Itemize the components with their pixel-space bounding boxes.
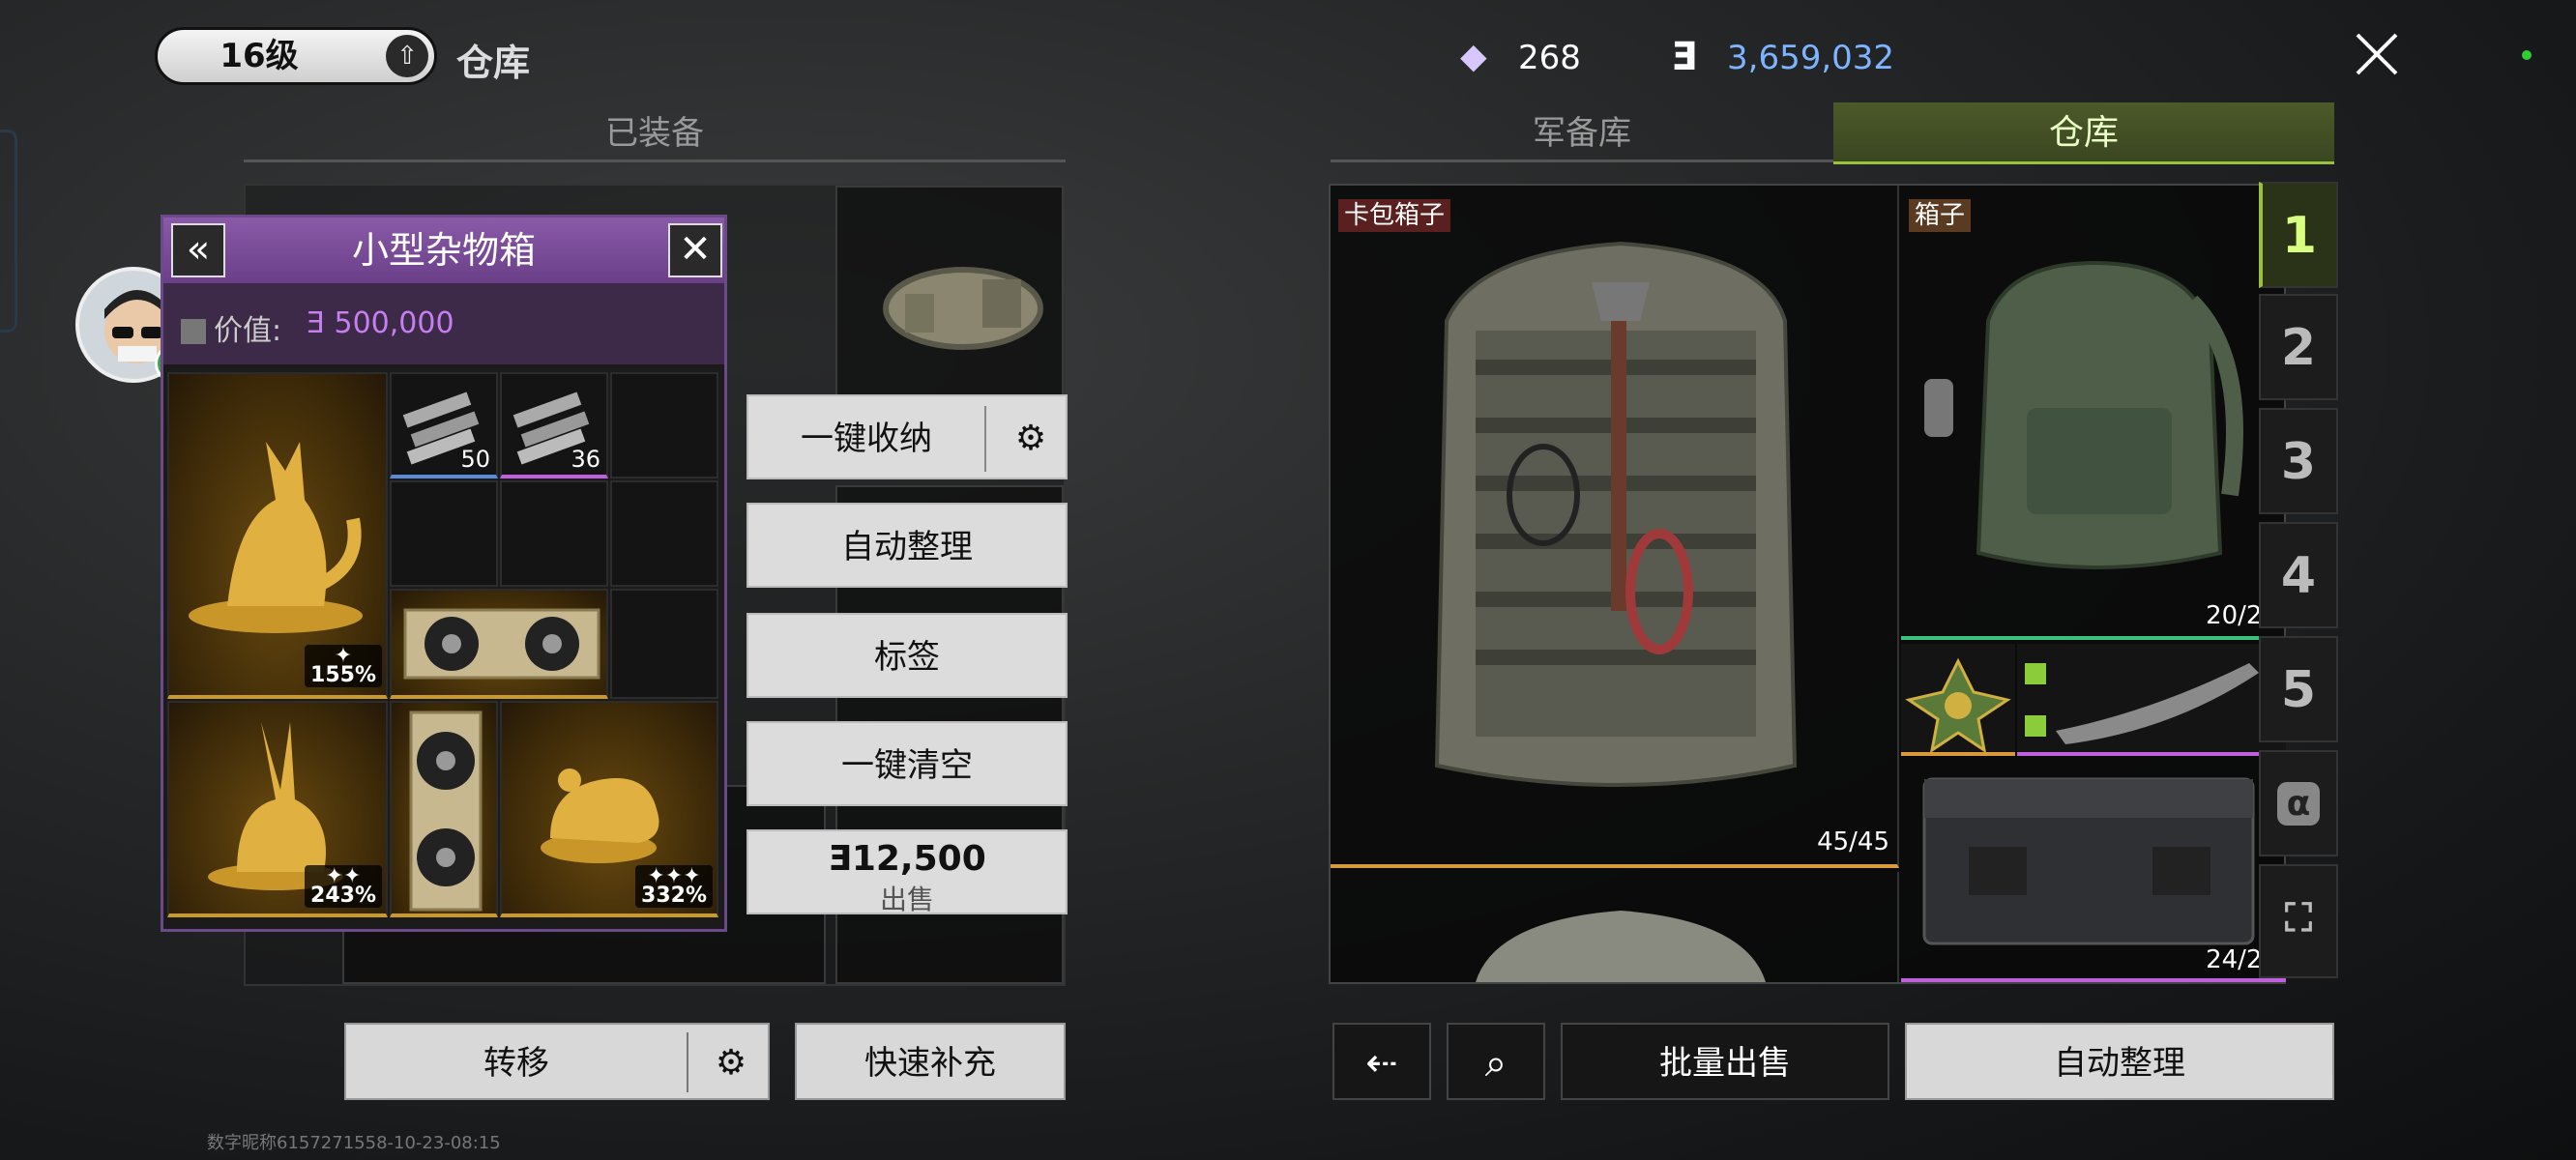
close-icon[interactable] bbox=[2352, 29, 2402, 79]
popup-close-icon[interactable]: ✕ bbox=[668, 223, 722, 277]
value-label-text: 价值: bbox=[214, 314, 282, 348]
popup-item-grid: ✦ 155% 50 36 ✦✦ 243% ✦✦✦ 332% bbox=[167, 372, 720, 923]
divider bbox=[984, 406, 986, 472]
coin-count: 3,659,032 bbox=[1727, 39, 1895, 77]
empty-slot[interactable] bbox=[610, 372, 718, 478]
percent-text: 243% bbox=[310, 884, 376, 908]
page-title: 仓库 bbox=[456, 42, 531, 84]
item-graphics-card-vertical[interactable] bbox=[390, 701, 498, 917]
transfer-label: 转移 bbox=[483, 1044, 549, 1083]
tactical-backpack-icon bbox=[1434, 241, 1798, 787]
warehouse-page-1[interactable]: 1 bbox=[2259, 182, 2338, 288]
percent-text: 155% bbox=[310, 663, 376, 687]
graphics-card-icon bbox=[403, 608, 600, 680]
item-backpack-green[interactable]: 箱子 20/20 bbox=[1901, 186, 2286, 640]
tab-warehouse[interactable]: 仓库 bbox=[1833, 102, 2334, 164]
empty-slot[interactable] bbox=[610, 480, 718, 587]
warehouse-page-4[interactable]: 4 bbox=[2259, 522, 2338, 628]
green-backpack-icon bbox=[1924, 260, 2243, 569]
left-edge-handle[interactable] bbox=[0, 130, 17, 333]
transfer-button[interactable]: 转移 ⚙ bbox=[344, 1023, 770, 1100]
container-popup: 小型杂物箱 « ✕ 价值: Ǝ 500,000 ✦ 155% 50 36 ✦✦ … bbox=[161, 215, 727, 932]
quick-refill-button[interactable]: 快速补充 bbox=[795, 1023, 1066, 1100]
item-knife[interactable] bbox=[2017, 644, 2286, 756]
value-amount: Ǝ 500,000 bbox=[307, 306, 454, 340]
percent-badge: ✦✦✦ 332% bbox=[635, 865, 713, 908]
online-status-dot bbox=[2522, 50, 2532, 60]
alpha-icon: α bbox=[2276, 782, 2321, 826]
collapse-icon[interactable]: « bbox=[171, 223, 225, 277]
sell-price: Ǝ12,500 bbox=[828, 839, 986, 879]
warehouse-page-3[interactable]: 3 bbox=[2259, 408, 2338, 514]
item-count: 50 bbox=[460, 446, 490, 473]
item-gold-rat[interactable]: ✦✦✦ 332% bbox=[500, 701, 718, 917]
auto-sort-button[interactable]: 自动整理 bbox=[1905, 1023, 2334, 1100]
store-all-button[interactable]: 一键收纳 ⚙ bbox=[746, 394, 1068, 479]
item-graphics-card[interactable] bbox=[390, 589, 608, 699]
item-backpack-large[interactable]: 卡包箱子 45/45 bbox=[1331, 186, 1899, 868]
value-row: 价值: Ǝ 500,000 bbox=[163, 283, 724, 364]
gem-icon: ◆ bbox=[1460, 37, 1487, 76]
item-gold-dog[interactable]: ✦ 155% bbox=[167, 372, 388, 699]
warehouse-page-special[interactable]: ⛶ bbox=[2259, 864, 2338, 978]
pet-box-icon: ⛶ bbox=[2285, 896, 2312, 941]
bulk-sell-button[interactable]: 批量出售 bbox=[1561, 1023, 1889, 1100]
percent-badge: ✦ 155% bbox=[305, 645, 382, 687]
item-ammo[interactable]: 50 bbox=[390, 372, 498, 478]
warehouse-page-alpha[interactable]: α bbox=[2259, 750, 2338, 856]
tactical-backpack-icon bbox=[1476, 911, 1766, 982]
medal-icon bbox=[1905, 657, 2011, 754]
popup-title: 小型杂物箱 bbox=[351, 229, 536, 272]
level-badge[interactable]: 16级 ⇧ bbox=[155, 27, 437, 85]
item-storage-crate[interactable]: 24/24 bbox=[1901, 760, 2286, 982]
item-tag: 卡包箱子 bbox=[1338, 199, 1451, 232]
level-up-icon: ⇧ bbox=[386, 35, 428, 77]
item-medal[interactable] bbox=[1901, 644, 2015, 756]
level-text: 16级 bbox=[220, 37, 299, 75]
divider bbox=[687, 1032, 688, 1092]
item-ammo[interactable]: 36 bbox=[500, 372, 608, 478]
tab-equipped[interactable]: 已装备 bbox=[244, 104, 1066, 162]
footer-id: 数字昵称6157271558-10-23-08:15 bbox=[207, 1133, 501, 1153]
sell-button[interactable]: Ǝ12,500 出售 bbox=[746, 829, 1068, 915]
item-gold-rabbit[interactable]: ✦✦ 243% bbox=[167, 701, 388, 917]
tab-armory[interactable]: 军备库 bbox=[1331, 104, 1833, 162]
auto-sort-popup-button[interactable]: 自动整理 bbox=[746, 503, 1068, 588]
search-icon[interactable]: ⌕ bbox=[1447, 1023, 1545, 1100]
gear-icon[interactable]: ⚙ bbox=[1002, 396, 1060, 481]
coin-icon: Ǝ bbox=[1671, 35, 1698, 79]
empty-slot[interactable] bbox=[390, 480, 498, 587]
tag-button[interactable]: 标签 bbox=[746, 613, 1068, 698]
back-arrow-icon[interactable]: ⇠ bbox=[1332, 1023, 1431, 1100]
value-label: 价值: bbox=[181, 306, 281, 349]
empty-slot[interactable] bbox=[610, 589, 718, 699]
popup-header: 小型杂物箱 « ✕ bbox=[163, 218, 724, 283]
clear-all-button[interactable]: 一键清空 bbox=[746, 721, 1068, 806]
item-backpack-partial[interactable] bbox=[1331, 872, 1899, 982]
percent-badge: ✦✦ 243% bbox=[305, 865, 382, 908]
sell-label: 出售 bbox=[879, 884, 934, 915]
percent-text: 332% bbox=[641, 884, 707, 908]
knife-icon bbox=[2025, 663, 2259, 744]
empty-slot[interactable] bbox=[500, 480, 608, 587]
warehouse-page-2[interactable]: 2 bbox=[2259, 294, 2338, 400]
capacity-text: 45/45 bbox=[1817, 827, 1889, 856]
warehouse-grid: 卡包箱子 45/45 箱子 20/20 24/24 bbox=[1329, 184, 2286, 984]
item-tag: 箱子 bbox=[1909, 199, 1972, 232]
gear-icon[interactable]: ⚙ bbox=[700, 1025, 762, 1102]
item-count: 36 bbox=[571, 446, 600, 473]
info-icon bbox=[181, 319, 206, 344]
tag-icon bbox=[2025, 663, 2046, 684]
warehouse-page-5[interactable]: 5 bbox=[2259, 636, 2338, 742]
graphics-card-icon bbox=[409, 710, 483, 912]
store-all-label: 一键收纳 bbox=[801, 420, 932, 458]
gem-count: 268 bbox=[1518, 39, 1581, 77]
